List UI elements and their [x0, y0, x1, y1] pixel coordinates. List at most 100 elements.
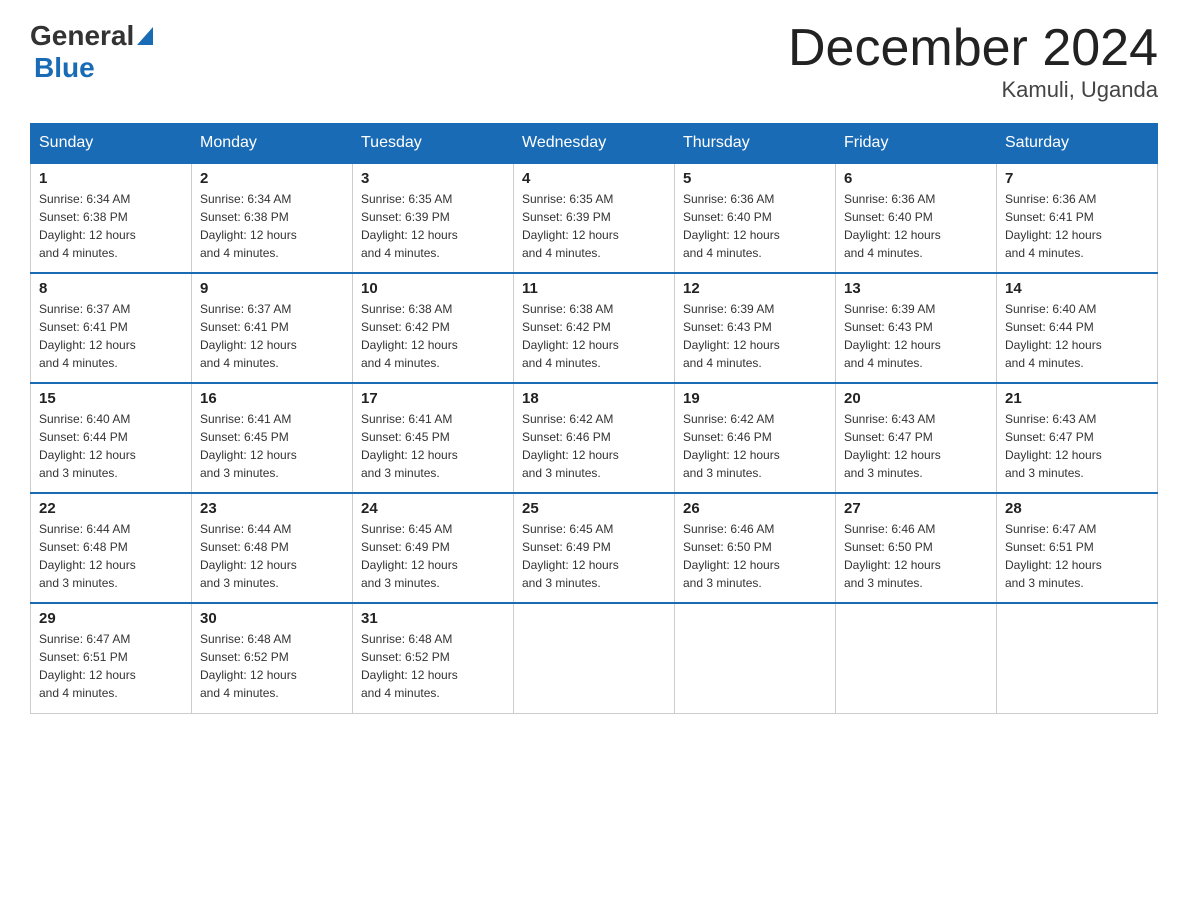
calendar-table: Sunday Monday Tuesday Wednesday Thursday… [30, 123, 1158, 714]
day-info: Sunrise: 6:38 AMSunset: 6:42 PMDaylight:… [522, 302, 619, 370]
day-info: Sunrise: 6:37 AMSunset: 6:41 PMDaylight:… [200, 302, 297, 370]
table-row: 1 Sunrise: 6:34 AMSunset: 6:38 PMDaylight… [31, 163, 192, 273]
day-number: 1 [39, 170, 183, 187]
day-number: 29 [39, 610, 183, 627]
table-row: 19 Sunrise: 6:42 AMSunset: 6:46 PMDayligh… [675, 383, 836, 493]
page-header: General Blue December 2024 Kamuli, Ugand… [30, 20, 1158, 103]
col-saturday: Saturday [997, 124, 1158, 164]
day-info: Sunrise: 6:35 AMSunset: 6:39 PMDaylight:… [361, 192, 458, 260]
day-info: Sunrise: 6:44 AMSunset: 6:48 PMDaylight:… [200, 522, 297, 590]
day-info: Sunrise: 6:45 AMSunset: 6:49 PMDaylight:… [522, 522, 619, 590]
day-number: 27 [844, 500, 988, 517]
day-info: Sunrise: 6:46 AMSunset: 6:50 PMDaylight:… [844, 522, 941, 590]
table-row: 18Sunrise: 6:42 AMSunset: 6:46 PMDayligh… [514, 383, 675, 493]
day-info: Sunrise: 6:48 AMSunset: 6:52 PMDaylight:… [361, 632, 458, 700]
logo-general-text: General [30, 20, 134, 52]
table-row: 25 Sunrise: 6:45 AMSunset: 6:49 PMDayligh… [514, 493, 675, 603]
logo-blue-text: Blue [34, 52, 95, 83]
col-tuesday: Tuesday [353, 124, 514, 164]
day-number: 30 [200, 610, 344, 627]
day-number: 15 [39, 390, 183, 407]
table-row: 20 Sunrise: 6:43 AMSunset: 6:47 PMDayligh… [836, 383, 997, 493]
day-info: Sunrise: 6:40 AMSunset: 6:44 PMDaylight:… [39, 412, 136, 480]
table-row: 16 Sunrise: 6:41 AMSunset: 6:45 PMDayligh… [192, 383, 353, 493]
day-info: Sunrise: 6:47 AMSunset: 6:51 PMDaylight:… [1005, 522, 1102, 590]
day-info: Sunrise: 6:42 AMSunset: 6:46 PMDaylight:… [683, 412, 780, 480]
day-number: 17 [361, 390, 505, 407]
calendar-week-row: 22 Sunrise: 6:44 AMSunset: 6:48 PMDayligh… [31, 493, 1158, 603]
day-number: 5 [683, 170, 827, 187]
table-row: 15 Sunrise: 6:40 AMSunset: 6:44 PMDayligh… [31, 383, 192, 493]
day-number: 18 [522, 390, 666, 407]
table-row: 13 Sunrise: 6:39 AMSunset: 6:43 PMDayligh… [836, 273, 997, 383]
table-row: 9 Sunrise: 6:37 AMSunset: 6:41 PMDaylight… [192, 273, 353, 383]
table-row [675, 603, 836, 713]
day-info: Sunrise: 6:36 AMSunset: 6:41 PMDaylight:… [1005, 192, 1102, 260]
table-row: 2Sunrise: 6:34 AMSunset: 6:38 PMDaylight… [192, 163, 353, 273]
day-info: Sunrise: 6:39 AMSunset: 6:43 PMDaylight:… [683, 302, 780, 370]
day-info: Sunrise: 6:39 AMSunset: 6:43 PMDaylight:… [844, 302, 941, 370]
day-number: 11 [522, 280, 666, 297]
day-number: 10 [361, 280, 505, 297]
day-number: 25 [522, 500, 666, 517]
day-number: 2 [200, 170, 344, 187]
table-row [514, 603, 675, 713]
table-row: 24 Sunrise: 6:45 AMSunset: 6:49 PMDayligh… [353, 493, 514, 603]
month-title: December 2024 [788, 20, 1158, 77]
day-info: Sunrise: 6:48 AMSunset: 6:52 PMDaylight:… [200, 632, 297, 700]
day-info: Sunrise: 6:43 AMSunset: 6:47 PMDaylight:… [844, 412, 941, 480]
table-row: 22 Sunrise: 6:44 AMSunset: 6:48 PMDayligh… [31, 493, 192, 603]
day-number: 26 [683, 500, 827, 517]
day-number: 22 [39, 500, 183, 517]
day-number: 21 [1005, 390, 1149, 407]
table-row: 28Sunrise: 6:47 AMSunset: 6:51 PMDayligh… [997, 493, 1158, 603]
day-info: Sunrise: 6:37 AMSunset: 6:41 PMDaylight:… [39, 302, 136, 370]
title-block: December 2024 Kamuli, Uganda [788, 20, 1158, 103]
day-info: Sunrise: 6:38 AMSunset: 6:42 PMDaylight:… [361, 302, 458, 370]
table-row: 23 Sunrise: 6:44 AMSunset: 6:48 PMDayligh… [192, 493, 353, 603]
day-number: 13 [844, 280, 988, 297]
day-number: 9 [200, 280, 344, 297]
table-row: 31Sunrise: 6:48 AMSunset: 6:52 PMDayligh… [353, 603, 514, 713]
day-number: 12 [683, 280, 827, 297]
table-row: 14 Sunrise: 6:40 AMSunset: 6:44 PMDayligh… [997, 273, 1158, 383]
day-info: Sunrise: 6:41 AMSunset: 6:45 PMDaylight:… [361, 412, 458, 480]
logo-triangle-icon [137, 27, 153, 45]
day-number: 20 [844, 390, 988, 407]
day-info: Sunrise: 6:44 AMSunset: 6:48 PMDaylight:… [39, 522, 136, 590]
day-number: 23 [200, 500, 344, 517]
table-row: 27 Sunrise: 6:46 AMSunset: 6:50 PMDayligh… [836, 493, 997, 603]
day-info: Sunrise: 6:43 AMSunset: 6:47 PMDaylight:… [1005, 412, 1102, 480]
col-wednesday: Wednesday [514, 124, 675, 164]
table-row: 11 Sunrise: 6:38 AMSunset: 6:42 PMDayligh… [514, 273, 675, 383]
day-info: Sunrise: 6:40 AMSunset: 6:44 PMDaylight:… [1005, 302, 1102, 370]
table-row: 8 Sunrise: 6:37 AMSunset: 6:41 PMDaylight… [31, 273, 192, 383]
day-info: Sunrise: 6:36 AMSunset: 6:40 PMDaylight:… [683, 192, 780, 260]
table-row: 12 Sunrise: 6:39 AMSunset: 6:43 PMDayligh… [675, 273, 836, 383]
day-info: Sunrise: 6:41 AMSunset: 6:45 PMDaylight:… [200, 412, 297, 480]
day-info: Sunrise: 6:36 AMSunset: 6:40 PMDaylight:… [844, 192, 941, 260]
col-friday: Friday [836, 124, 997, 164]
day-info: Sunrise: 6:45 AMSunset: 6:49 PMDaylight:… [361, 522, 458, 590]
calendar-week-row: 15 Sunrise: 6:40 AMSunset: 6:44 PMDayligh… [31, 383, 1158, 493]
table-row: 26Sunrise: 6:46 AMSunset: 6:50 PMDayligh… [675, 493, 836, 603]
calendar-week-row: 29Sunrise: 6:47 AMSunset: 6:51 PMDayligh… [31, 603, 1158, 713]
col-thursday: Thursday [675, 124, 836, 164]
table-row: 5 Sunrise: 6:36 AMSunset: 6:40 PMDaylight… [675, 163, 836, 273]
day-number: 16 [200, 390, 344, 407]
col-monday: Monday [192, 124, 353, 164]
table-row: 3Sunrise: 6:35 AMSunset: 6:39 PMDaylight… [353, 163, 514, 273]
day-number: 24 [361, 500, 505, 517]
location: Kamuli, Uganda [788, 77, 1158, 103]
calendar-week-row: 8 Sunrise: 6:37 AMSunset: 6:41 PMDaylight… [31, 273, 1158, 383]
table-row [836, 603, 997, 713]
day-number: 19 [683, 390, 827, 407]
day-info: Sunrise: 6:34 AMSunset: 6:38 PMDaylight:… [39, 192, 136, 260]
calendar-week-row: 1 Sunrise: 6:34 AMSunset: 6:38 PMDaylight… [31, 163, 1158, 273]
day-number: 4 [522, 170, 666, 187]
table-row: 7Sunrise: 6:36 AMSunset: 6:41 PMDaylight… [997, 163, 1158, 273]
day-number: 6 [844, 170, 988, 187]
table-row: 30 Sunrise: 6:48 AMSunset: 6:52 PMDayligh… [192, 603, 353, 713]
day-number: 8 [39, 280, 183, 297]
day-number: 14 [1005, 280, 1149, 297]
